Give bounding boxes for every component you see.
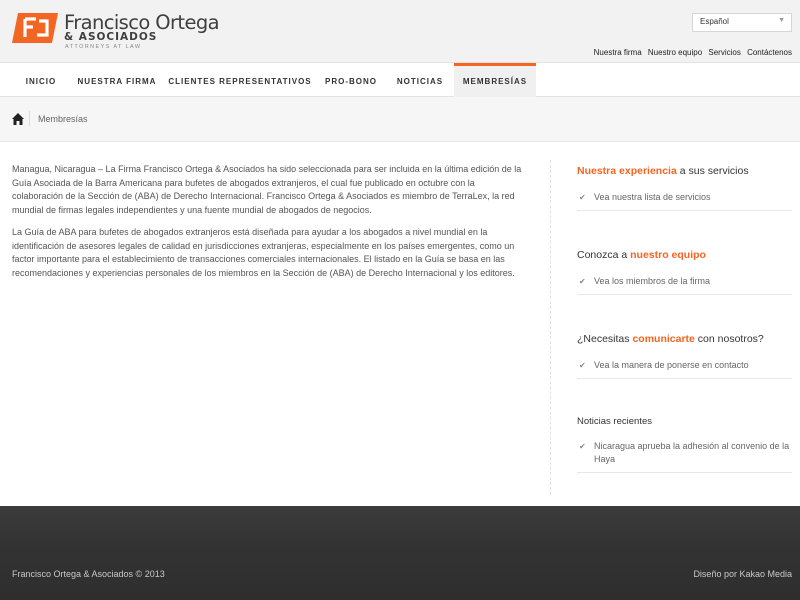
sidebar-link-label: Vea nuestra lista de servicios (594, 192, 711, 202)
sidebar-title-rest: con nosotros? (694, 333, 764, 345)
top-link-servicios[interactable]: Servicios (708, 48, 740, 57)
top-link-contactenos[interactable]: Contáctenos (747, 48, 792, 57)
sidebar-link-servicios[interactable]: ✔ Vea nuestra lista de servicios (577, 191, 792, 211)
sidebar-link-label: Vea la manera de ponerse en contacto (594, 360, 749, 370)
site-footer: Francisco Ortega & Asociados © 2013 Dise… (0, 506, 800, 600)
breadcrumb-current: Membresías (38, 114, 88, 124)
sidebar-title-highlight: nuestro equipo (630, 249, 706, 261)
sidebar-title-experiencia: Nuestra experiencia a sus servicios (577, 165, 749, 177)
sidebar-title-equipo: Conozca a nuestro equipo (577, 249, 706, 261)
nav-item-inicio[interactable]: INICIO (12, 63, 70, 97)
main-content: Managua, Nicaragua – La Firma Francisco … (12, 163, 528, 289)
home-icon[interactable] (12, 113, 24, 125)
chevron-down-icon: ▼ (778, 17, 785, 24)
sidebar-title-rest: a sus servicios (676, 165, 749, 177)
top-links: Nuestra firma Nuestro equipo Servicios C… (590, 48, 792, 57)
footer-copyright: Francisco Ortega & Asociados © 2013 (12, 569, 165, 579)
logo-subtitle: & ASOCIADOS (64, 31, 158, 43)
content-paragraph: La Guía de ABA para bufetes de abogados … (12, 227, 515, 278)
nav-item-nuestra-firma[interactable]: NUESTRA FIRMA (70, 63, 164, 97)
breadcrumb: Membresías (0, 97, 800, 142)
logo-tagline: ATTORNEYS AT LAW (65, 44, 142, 50)
footer-credit-link[interactable]: Diseño por Kakao Media (693, 569, 792, 579)
nav-item-membresias[interactable]: MEMBRESÍAS (454, 63, 536, 97)
content-paragraph: Managua, Nicaragua – La Firma Francisco … (12, 164, 522, 215)
checkmark-icon: ✔ (579, 442, 586, 451)
checkmark-icon: ✔ (579, 277, 586, 286)
sidebar-title-pre: Conozca a (577, 249, 631, 261)
sidebar-link-label: Vea los miembros de la firma (594, 276, 711, 286)
top-link-nuestra-firma[interactable]: Nuestra firma (594, 48, 642, 57)
sidebar-title-contacto: ¿Necesitas comunicarte con nosotros? (577, 333, 764, 345)
sidebar-link-noticia[interactable]: ✔ Nicaragua aprueba la adhesión al conve… (577, 440, 792, 473)
sidebar-title-pre: ¿Necesitas (577, 333, 633, 345)
sidebar-title-highlight: Nuestra experiencia (577, 165, 677, 177)
checkmark-icon: ✔ (579, 361, 586, 370)
sidebar-link-miembros[interactable]: ✔ Vea los miembros de la firma (577, 275, 792, 295)
sidebar-title-noticias: Noticias recientes (577, 416, 652, 427)
nav-item-pro-bono[interactable]: PRO-BONO (316, 63, 386, 97)
nav-item-clientes-representativos[interactable]: CLIENTES REPRESENTATIVOS (164, 63, 316, 97)
main-nav: INICIO NUESTRA FIRMA CLIENTES REPRESENTA… (0, 62, 800, 97)
site-logo[interactable]: Francisco Ortega & ASOCIADOS ATTORNEYS A… (12, 11, 220, 54)
checkmark-icon: ✔ (579, 193, 586, 202)
language-selected: Español (700, 17, 729, 26)
nav-item-noticias[interactable]: NOTICIAS (386, 63, 454, 97)
logo-mark-icon (12, 13, 58, 43)
breadcrumb-separator (29, 111, 30, 126)
sidebar-link-label: Nicaragua aprueba la adhesión al conveni… (594, 441, 790, 464)
column-divider (550, 160, 551, 495)
top-link-nuestro-equipo[interactable]: Nuestro equipo (648, 48, 702, 57)
sidebar-title-highlight: comunicarte (632, 333, 695, 345)
site-header: Francisco Ortega & ASOCIADOS ATTORNEYS A… (0, 0, 800, 62)
sidebar-link-contacto[interactable]: ✔ Vea la manera de ponerse en contacto (577, 359, 792, 379)
language-select[interactable]: Español ▼ (692, 13, 792, 32)
